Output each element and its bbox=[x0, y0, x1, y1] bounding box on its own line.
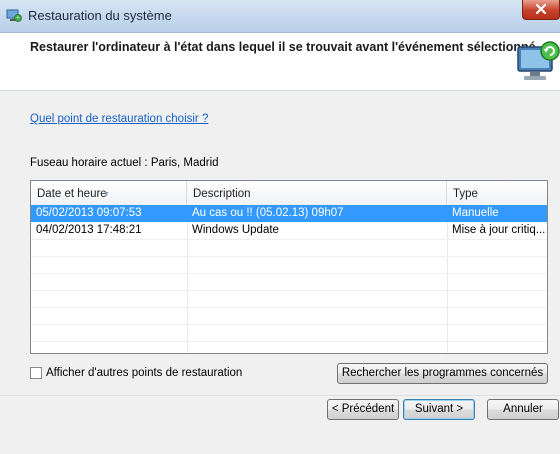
row-type: Manuelle bbox=[452, 207, 499, 219]
show-more-option[interactable]: Afficher d'autres points de restauration bbox=[30, 367, 242, 379]
row-divider bbox=[31, 324, 547, 325]
scan-affected-programs-button[interactable]: Rechercher les programmes concernés bbox=[337, 363, 548, 384]
column-header-date[interactable]: Date et heure ▼ bbox=[31, 181, 187, 205]
wizard-header: Restaurer l'ordinateur à l'état dans leq… bbox=[0, 33, 560, 91]
row-divider bbox=[31, 307, 547, 308]
show-more-label: Afficher d'autres points de restauration bbox=[46, 367, 243, 379]
row-divider bbox=[31, 239, 547, 240]
close-button[interactable] bbox=[522, 0, 560, 20]
column-header-description-label: Description bbox=[193, 188, 251, 200]
header-title: Restaurer l'ordinateur à l'état dans leq… bbox=[30, 40, 536, 54]
row-date: 05/02/2013 09:07:53 bbox=[36, 207, 142, 219]
restore-points-table[interactable]: Date et heure ▼ Description Type 05/02/2… bbox=[30, 180, 548, 354]
row-divider bbox=[31, 341, 547, 342]
row-divider bbox=[31, 273, 547, 274]
column-header-description[interactable]: Description bbox=[187, 181, 447, 205]
row-description: Au cas ou !! (05.02.13) 09h07 bbox=[192, 207, 344, 219]
row-date: 04/02/2013 17:48:21 bbox=[36, 224, 142, 236]
column-header-type[interactable]: Type bbox=[447, 181, 547, 205]
timezone-label: Fuseau horaire actuel : Paris, Madrid bbox=[30, 157, 219, 169]
computer-restore-icon bbox=[517, 41, 560, 80]
wizard-footer: < Précédent Suivant > Annuler bbox=[0, 395, 560, 454]
row-divider bbox=[31, 290, 547, 291]
back-button[interactable]: < Précédent bbox=[327, 399, 399, 420]
title-bar: Restauration du système bbox=[0, 0, 560, 33]
table-row[interactable]: 04/02/2013 17:48:21 Windows Update Mise … bbox=[31, 222, 547, 239]
footer-separator bbox=[0, 395, 560, 396]
next-button[interactable]: Suivant > bbox=[403, 399, 475, 420]
window-title: Restauration du système bbox=[28, 8, 172, 23]
row-type: Mise à jour critiq... bbox=[452, 224, 546, 236]
content-area: Quel point de restauration choisir ? Fus… bbox=[0, 91, 560, 395]
row-divider bbox=[31, 256, 547, 257]
column-header-date-label: Date et heure bbox=[37, 188, 107, 200]
close-icon bbox=[535, 3, 547, 15]
table-row[interactable]: 05/02/2013 09:07:53 Au cas ou !! (05.02.… bbox=[31, 205, 547, 222]
show-more-checkbox[interactable] bbox=[30, 367, 42, 379]
help-link[interactable]: Quel point de restauration choisir ? bbox=[30, 113, 208, 125]
system-restore-icon bbox=[6, 9, 22, 22]
column-header-type-label: Type bbox=[453, 188, 478, 200]
cancel-button[interactable]: Annuler bbox=[487, 399, 559, 420]
row-description: Windows Update bbox=[192, 224, 279, 236]
table-header: Date et heure ▼ Description Type bbox=[31, 181, 547, 206]
